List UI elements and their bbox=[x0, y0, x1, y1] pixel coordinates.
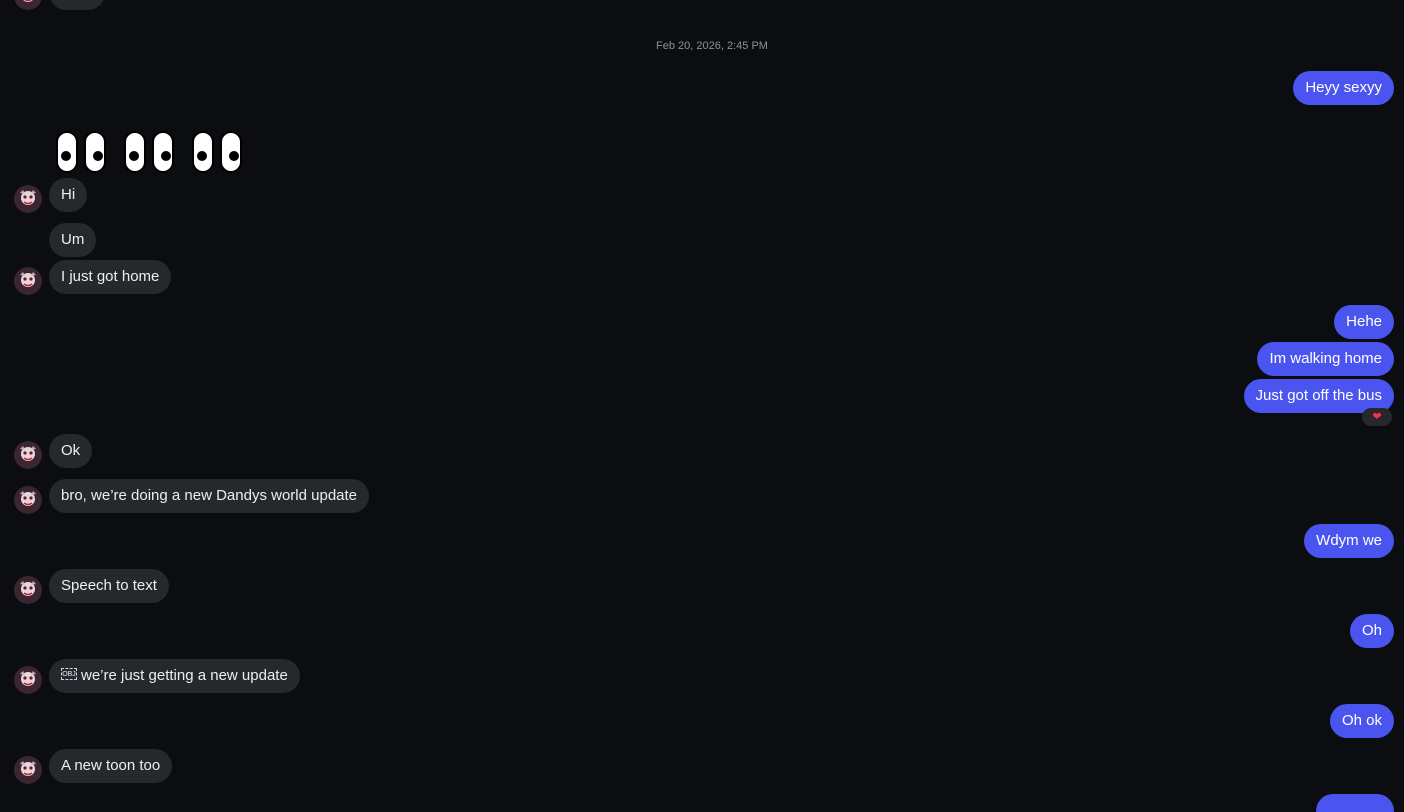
chat-thread[interactable]: Feb 20, 2026, 2:45 PM Heyy sexyy Hi Um I… bbox=[0, 0, 1404, 812]
avatar[interactable] bbox=[14, 756, 42, 784]
avatar[interactable] bbox=[14, 185, 42, 213]
unknown-glyph-icon: OBJ bbox=[61, 668, 77, 681]
timestamp: Feb 20, 2026, 2:45 PM bbox=[656, 40, 768, 52]
message-outgoing[interactable]: Oh bbox=[1349, 614, 1394, 648]
message-text: we’re just getting a new update bbox=[81, 667, 288, 684]
message-outgoing[interactable]: Heyy sexyy bbox=[1293, 71, 1394, 105]
heart-reaction-icon[interactable]: ❤ bbox=[1362, 408, 1392, 426]
message-incoming[interactable]: I just got home bbox=[49, 260, 172, 294]
message-incoming[interactable]: A new toon too bbox=[49, 749, 173, 783]
message-outgoing[interactable]: Oh ok bbox=[1329, 704, 1394, 738]
eyes-emoji-message[interactable] bbox=[56, 131, 248, 175]
message-outgoing[interactable]: Wdym we bbox=[1304, 524, 1394, 558]
avatar[interactable] bbox=[14, 666, 42, 694]
message-incoming[interactable]: Um bbox=[49, 223, 97, 257]
message-incoming[interactable]: bro, we’re doing a new Dandys world upda… bbox=[49, 479, 370, 513]
avatar[interactable] bbox=[14, 576, 42, 604]
message-outgoing[interactable]: Im walking home bbox=[1257, 342, 1394, 376]
message-outgoing[interactable]: Hehe bbox=[1334, 305, 1394, 339]
avatar[interactable] bbox=[14, 441, 42, 469]
avatar[interactable] bbox=[14, 0, 42, 10]
message-incoming[interactable]: Hi bbox=[49, 178, 88, 212]
message-incoming[interactable]: Ok bbox=[49, 434, 93, 468]
avatar[interactable] bbox=[14, 486, 42, 514]
message-outgoing-partial[interactable] bbox=[1316, 794, 1394, 812]
message-incoming[interactable]: Speech to text bbox=[49, 569, 169, 603]
message-bubble-partial[interactable] bbox=[49, 0, 105, 10]
avatar[interactable] bbox=[14, 267, 42, 295]
message-incoming[interactable]: OBJ we’re just getting a new update bbox=[49, 659, 300, 693]
